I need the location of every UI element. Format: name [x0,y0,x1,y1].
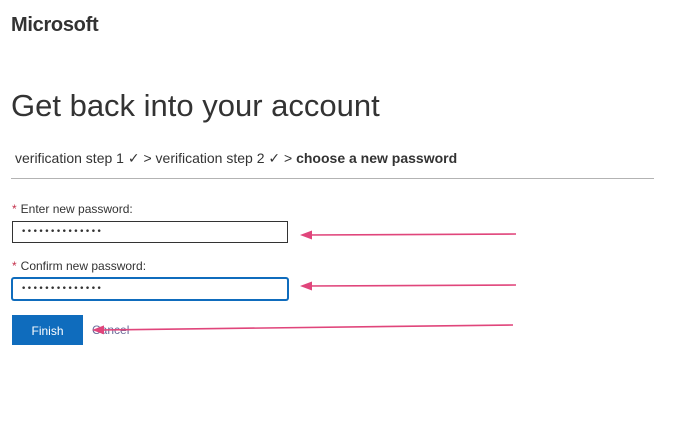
new-password-label: * Enter new password: [12,202,133,216]
finish-button[interactable]: Finish [12,315,83,345]
breadcrumb-step-1: verification step 1 ✓ [15,150,140,166]
breadcrumb-current-step: choose a new password [296,150,458,166]
annotation-arrow-cancel [92,324,514,335]
annotation-arrow-new-password [300,230,517,240]
annotation-arrow-confirm-password [300,281,517,291]
required-marker: * [12,259,17,273]
breadcrumb-separator: > [139,150,156,166]
microsoft-logo: Microsoft [11,14,99,36]
page-title: Get back into your account [11,88,380,123]
breadcrumb-separator: > [280,150,297,166]
confirm-password-label: * Confirm new password: [12,259,146,273]
breadcrumb: verification step 1 ✓ > verification ste… [15,150,457,167]
new-password-label-text: Enter new password: [20,202,133,216]
divider [11,178,654,179]
new-password-input[interactable] [12,221,288,243]
required-marker: * [12,202,17,216]
breadcrumb-step-2: verification step 2 ✓ [155,150,281,166]
password-reset-page: Microsoft Get back into your account ver… [0,0,686,430]
confirm-password-input[interactable] [12,278,288,300]
confirm-password-label-text: Confirm new password: [20,259,147,273]
cancel-link[interactable]: Cancel [92,323,129,337]
